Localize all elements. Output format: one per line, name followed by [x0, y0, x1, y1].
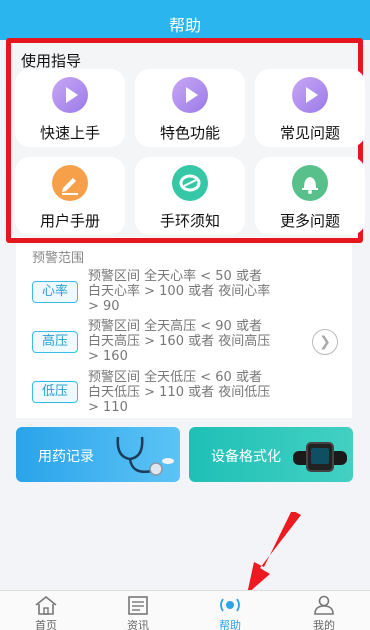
tile-label: 更多问题	[279, 212, 340, 230]
bell-icon	[292, 165, 328, 201]
badge-systolic: 高压	[32, 331, 78, 353]
play-icon	[52, 77, 88, 113]
page-title: 帮助	[168, 16, 201, 35]
rule-line: 白天低压 > 110 或者 夜间低压	[88, 385, 271, 400]
rule-line: 白天高压 > 160 或者 夜间高压	[88, 334, 271, 349]
wristband-icon	[293, 442, 347, 472]
pen-icon	[52, 165, 88, 201]
rule-heart-rate: 预警区间 全天心率 < 50 或者 白天心率 > 100 或者 夜间心率 > 9…	[88, 269, 308, 314]
rule-line: 白天心率 > 100 或者 夜间心率	[88, 284, 271, 299]
tab-label: 首页	[35, 619, 57, 630]
rule-line: > 160	[88, 349, 128, 364]
help-icon	[220, 598, 240, 612]
device-format-banner[interactable]: 设备格式化	[189, 427, 353, 482]
rule-line: > 90	[88, 299, 120, 314]
news-icon	[128, 596, 148, 615]
warning-range-card: 预警范围 心率 预警区间 全天心率 < 50 或者 白天心率 > 100 或者 …	[16, 243, 352, 418]
tile-faq[interactable]: 常见问题	[255, 69, 365, 147]
tile-more-questions[interactable]: 更多问题	[255, 157, 365, 235]
rule-line: > 110	[88, 400, 128, 415]
tab-label: 帮助	[219, 619, 241, 630]
play-icon	[172, 77, 208, 113]
banner-label: 用药记录	[38, 449, 94, 465]
tab-help[interactable]: 帮助	[184, 591, 276, 630]
top-bar: 帮助	[0, 0, 370, 40]
tab-profile[interactable]: 我的	[278, 591, 370, 630]
guide-section-title: 使用指导	[21, 52, 82, 70]
tile-label: 手环须知	[159, 212, 220, 230]
tab-news[interactable]: 资讯	[92, 591, 184, 630]
rule-diastolic: 预警区间 全天低压 < 60 或者 白天低压 > 110 或者 夜间低压 > 1…	[88, 370, 308, 415]
warning-title: 预警范围	[32, 251, 85, 266]
badge-diastolic: 低压	[32, 381, 78, 403]
user-icon	[314, 595, 334, 615]
tab-label: 资讯	[127, 619, 149, 630]
rule-line: 预警区间 全天低压 < 60 或者	[88, 370, 262, 385]
tile-band-notes[interactable]: 手环须知	[135, 157, 245, 235]
medication-record-banner[interactable]: 用药记录	[16, 427, 180, 482]
rule-line: 预警区间 全天高压 < 90 或者	[88, 319, 262, 334]
pointer-arrow	[247, 512, 301, 594]
badge-heart-rate: 心率	[32, 281, 78, 303]
tab-label: 我的	[313, 619, 335, 630]
tile-label: 快速上手	[39, 124, 100, 142]
stethoscope-icon	[116, 436, 174, 476]
tile-user-manual[interactable]: 用户手册	[15, 157, 125, 235]
bottom-tab-bar: 首页 资讯 帮助 我的	[0, 590, 370, 630]
tile-label: 特色功能	[159, 124, 220, 142]
tile-label: 常见问题	[279, 124, 340, 142]
tab-home[interactable]: 首页	[0, 591, 92, 630]
home-icon	[35, 595, 57, 615]
guide-panel: 使用指导 快速上手 特色功能 常见问题 用户手册 手环须知 更多问题	[6, 38, 365, 243]
tile-quick-start[interactable]: 快速上手	[15, 69, 125, 147]
tile-features[interactable]: 特色功能	[135, 69, 245, 147]
rule-systolic: 预警区间 全天高压 < 90 或者 白天高压 > 160 或者 夜间高压 > 1…	[88, 319, 308, 364]
band-icon	[172, 165, 208, 201]
tile-label: 用户手册	[39, 212, 100, 230]
chevron-right-icon[interactable]: ❯	[312, 329, 338, 355]
banner-label: 设备格式化	[211, 449, 281, 465]
rule-line: 预警区间 全天心率 < 50 或者	[88, 269, 262, 284]
play-icon	[292, 77, 328, 113]
